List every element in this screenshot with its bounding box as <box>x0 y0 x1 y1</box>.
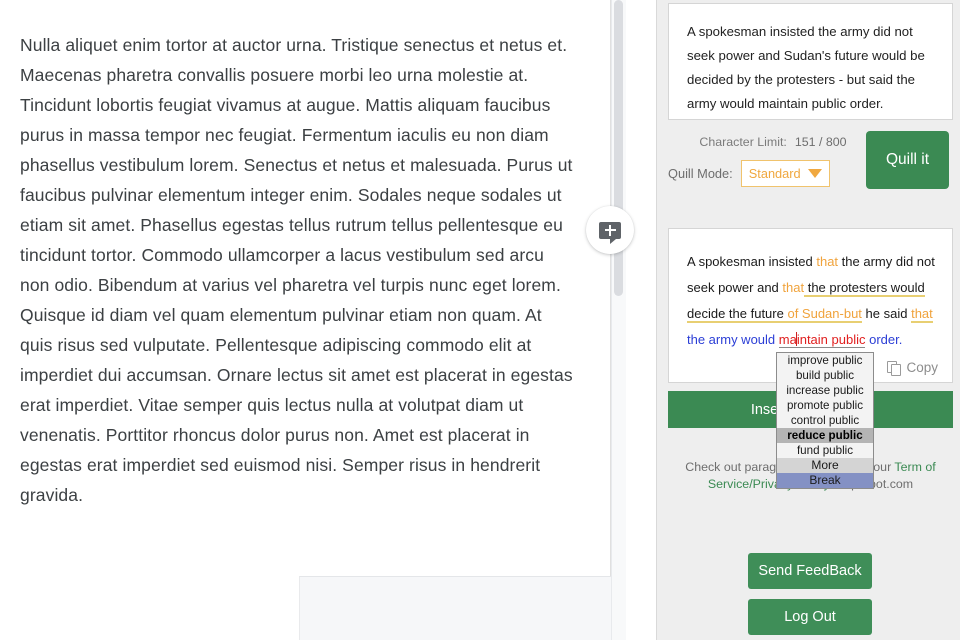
output-segment[interactable]: of Sudan-but <box>787 306 862 323</box>
document-page[interactable]: Nulla aliquet enim tortor at auctor urna… <box>0 0 598 510</box>
output-segment[interactable]: that <box>816 254 838 269</box>
output-segment[interactable]: that <box>782 280 804 295</box>
output-segment[interactable]: maintain public <box>778 332 866 348</box>
source-text-input[interactable]: A spokesman insisted the army did not se… <box>668 3 953 120</box>
suggestion-action-more[interactable]: More <box>777 458 873 473</box>
document-body-text[interactable]: Nulla aliquet enim tortor at auctor urna… <box>20 30 576 510</box>
quill-mode-select[interactable]: Standard <box>740 160 830 187</box>
character-limit-value: 151 / 800 <box>794 135 847 149</box>
quill-mode-selected-value: Standard <box>748 166 801 181</box>
suggestion-item[interactable]: build public <box>777 368 873 383</box>
plus-icon <box>604 224 616 236</box>
output-segment[interactable]: order. <box>865 332 902 347</box>
chevron-down-icon <box>807 169 822 178</box>
add-comment-button[interactable] <box>586 206 634 254</box>
output-segment[interactable]: he said <box>862 306 911 321</box>
output-segment[interactable]: the army would <box>687 332 779 347</box>
copy-button-label: Copy <box>906 360 938 375</box>
suggestion-item[interactable]: improve public <box>777 353 873 368</box>
quill-mode-label: Quill Mode: <box>668 166 733 181</box>
suggestion-item[interactable]: control public <box>777 413 873 428</box>
suggestion-item[interactable]: fund public <box>777 443 873 458</box>
app-root: Nulla aliquet enim tortor at auctor urna… <box>0 0 960 640</box>
character-limit-label: Character Limit: <box>699 135 787 149</box>
word-suggestion-menu[interactable]: improve public build public increase publi… <box>776 352 874 489</box>
character-limit-row: Character Limit: 151 / 800 <box>668 135 878 149</box>
paraphrased-output-text[interactable]: A spokesman insisted that the army did n… <box>687 249 938 353</box>
copy-icon <box>887 360 901 376</box>
suggestion-item[interactable]: increase public <box>777 383 873 398</box>
log-out-button[interactable]: Log Out <box>748 599 872 635</box>
output-segment[interactable]: A spokesman insisted <box>687 254 816 269</box>
copy-button[interactable]: Copy <box>887 360 938 376</box>
quill-mode-row: Quill Mode: Standard <box>668 160 830 187</box>
suggestion-item[interactable]: reduce public <box>777 428 873 443</box>
document-bottom-panel <box>299 576 647 640</box>
add-comment-icon <box>599 221 621 244</box>
quill-it-button[interactable]: Quill it <box>866 131 949 189</box>
quillbot-sidebar: A spokesman insisted the army did not se… <box>657 0 960 640</box>
output-segment[interactable]: that <box>911 306 933 323</box>
document-editor-area[interactable]: Nulla aliquet enim tortor at auctor urna… <box>0 0 611 640</box>
suggestion-item[interactable]: promote public <box>777 398 873 413</box>
document-bottom-white-strip <box>0 576 299 640</box>
suggestion-action-break[interactable]: Break <box>777 473 873 488</box>
panel-gap-strip <box>626 0 660 640</box>
send-feedback-button[interactable]: Send FeedBack <box>748 553 872 589</box>
source-text-value[interactable]: A spokesman insisted the army did not se… <box>687 20 938 116</box>
